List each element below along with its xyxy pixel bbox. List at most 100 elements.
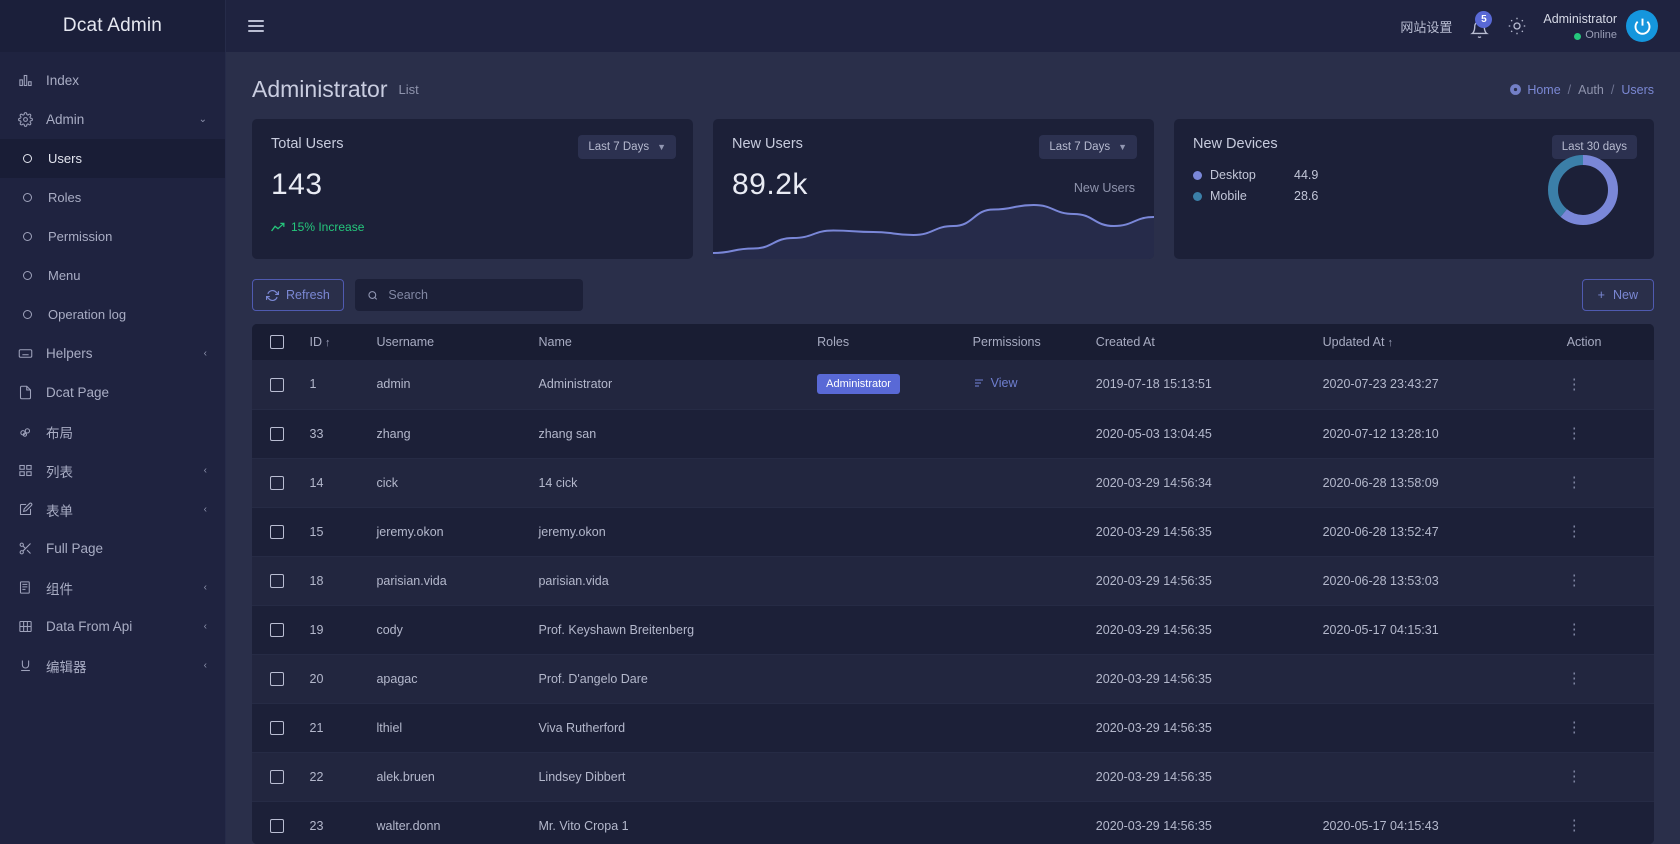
th-select-all[interactable] [252,324,300,360]
view-permissions-link[interactable]: View [973,376,1018,390]
row-actions-menu-icon[interactable]: ⋮ [1567,475,1582,490]
row-select-cell[interactable] [252,556,300,606]
cell-id: 18 [299,556,367,606]
row-select-cell[interactable] [252,752,300,802]
row-checkbox[interactable] [270,769,284,784]
cell-id: 33 [299,409,367,459]
sidebar-item-label: Permission [48,229,113,244]
sidebar-item-[interactable]: 表单 ‹ [0,490,225,529]
breadcrumb-users[interactable]: Users [1621,83,1654,97]
row-select-cell[interactable] [252,360,300,410]
row-checkbox[interactable] [270,377,284,392]
th-permissions[interactable]: Permissions [962,324,1086,360]
table-row[interactable]: 33 zhang zhang san 2020-05-03 13:04:45 2020-… [252,409,1654,459]
chevron-left-icon: ‹ [203,504,207,515]
sidebar-item-[interactable]: 列表 ‹ [0,451,225,490]
sidebar-item-full-page[interactable]: Full Page [0,529,225,568]
th-created-at[interactable]: Created At [1085,324,1313,360]
sidebar-item-operation-log[interactable]: Operation log [0,295,225,334]
table-row[interactable]: 18 parisian.vida parisian.vida 2020-03-29 1… [252,556,1654,606]
row-actions-menu-icon[interactable]: ⋮ [1567,671,1582,686]
sidebar-item-users[interactable]: Users [0,139,225,178]
row-actions-menu-icon[interactable]: ⋮ [1567,377,1582,392]
user-menu[interactable]: Administrator Online [1543,9,1658,43]
search-box[interactable] [354,279,583,311]
sidebar-item-menu[interactable]: Menu [0,256,225,295]
site-settings-link[interactable]: 网站设置 [1400,17,1452,36]
row-checkbox[interactable] [270,622,284,637]
row-select-cell[interactable] [252,507,300,557]
table-row[interactable]: 15 jeremy.okon jeremy.okon 2020-03-29 14:56… [252,507,1654,557]
card-total-users-range-select[interactable]: Last 7 Days ▼ [578,135,676,159]
row-checkbox[interactable] [270,818,284,833]
sidebar-item-roles[interactable]: Roles [0,178,225,217]
sidebar-item-helpers[interactable]: Helpers ‹ [0,334,225,373]
table-row[interactable]: 20 apagac Prof. D'angelo Dare 2020-03-29 14… [252,654,1654,704]
new-button[interactable]: + New [1581,279,1654,311]
notifications-button[interactable]: 5 [1469,11,1493,39]
chevron-down-icon: ▼ [1118,142,1127,152]
breadcrumb-home[interactable]: Home [1509,83,1561,97]
row-actions-menu-icon[interactable]: ⋮ [1567,573,1582,588]
cell-created-at: 2019-07-18 15:13:51 [1085,360,1313,410]
sidebar-item-admin[interactable]: Admin ⌄ [0,100,225,139]
table-row[interactable]: 22 alek.bruen Lindsey Dibbert 2020-03-29 14… [252,752,1654,802]
file-icon [18,385,40,400]
breadcrumb-sep-2: / [1610,82,1615,97]
sidebar-item-index[interactable]: Index [0,61,225,100]
table-row[interactable]: 23 walter.donn Mr. Vito Cropa 1 2020-03-29 … [252,801,1654,844]
cell-name: parisian.vida [528,556,808,606]
table-row[interactable]: 14 cick 14 cick 2020-03-29 14:56:34 2020-06-… [252,458,1654,508]
row-select-cell[interactable] [252,458,300,508]
th-updated-at[interactable]: Updated At ↑ [1312,324,1557,360]
card-new-users-range-label: Last 7 Days [1049,141,1111,153]
menu-toggle-icon[interactable] [244,14,268,38]
sidebar-item-label: Helpers [46,346,93,361]
sidebar-item-dcat-page[interactable]: Dcat Page [0,373,225,412]
sidebar: Dcat Admin Index Admin ⌄ Users Roles Permissi… [0,0,226,844]
row-checkbox[interactable] [270,524,284,539]
th-name[interactable]: Name [528,324,808,360]
chart-bar-icon [18,73,40,88]
search-input[interactable] [388,288,571,302]
row-select-cell[interactable] [252,654,300,704]
row-select-cell[interactable] [252,605,300,655]
th-id[interactable]: ID ↑ [299,324,367,360]
avatar[interactable] [1626,10,1658,42]
chevron-left-icon: ‹ [203,660,207,671]
table-row[interactable]: 19 cody Prof. Keyshawn Breitenberg 2020-03-… [252,605,1654,655]
row-select-cell[interactable] [252,801,300,844]
users-table-body: 1 admin Administrator Administrator View 2019… [252,360,1654,844]
select-all-checkbox[interactable] [270,335,284,350]
refresh-icon [266,289,279,301]
sidebar-item-[interactable]: 布局 [0,412,225,451]
sidebar-item-label: Roles [48,190,82,205]
sidebar-item-[interactable]: 编辑器 ‹ [0,646,225,685]
row-actions-menu-icon[interactable]: ⋮ [1567,720,1582,735]
sidebar-item-[interactable]: 组件 ‹ [0,568,225,607]
row-checkbox[interactable] [270,720,284,735]
role-badge[interactable]: Administrator [817,374,900,395]
row-checkbox[interactable] [270,475,284,490]
th-roles[interactable]: Roles [807,324,963,360]
theme-toggle-button[interactable] [1508,17,1526,35]
sidebar-item-data-from-api[interactable]: Data From Api ‹ [0,607,225,646]
table-row[interactable]: 1 admin Administrator Administrator View 2019… [252,360,1654,410]
row-actions-menu-icon[interactable]: ⋮ [1567,426,1582,441]
row-checkbox[interactable] [270,671,284,686]
row-checkbox[interactable] [270,426,284,441]
row-checkbox[interactable] [270,573,284,588]
row-actions-menu-icon[interactable]: ⋮ [1567,524,1582,539]
sidebar-item-permission[interactable]: Permission [0,217,225,256]
row-select-cell[interactable] [252,409,300,459]
row-actions-menu-icon[interactable]: ⋮ [1567,818,1582,833]
row-actions-menu-icon[interactable]: ⋮ [1567,622,1582,637]
cell-action: ⋮ [1556,556,1654,606]
refresh-button[interactable]: Refresh [252,279,344,311]
th-username[interactable]: Username [366,324,529,360]
row-select-cell[interactable] [252,703,300,753]
film-icon [18,619,40,634]
card-new-users-range-select[interactable]: Last 7 Days ▼ [1039,135,1137,159]
row-actions-menu-icon[interactable]: ⋮ [1567,769,1582,784]
table-row[interactable]: 21 lthiel Viva Rutherford 2020-03-29 14:56:… [252,703,1654,753]
